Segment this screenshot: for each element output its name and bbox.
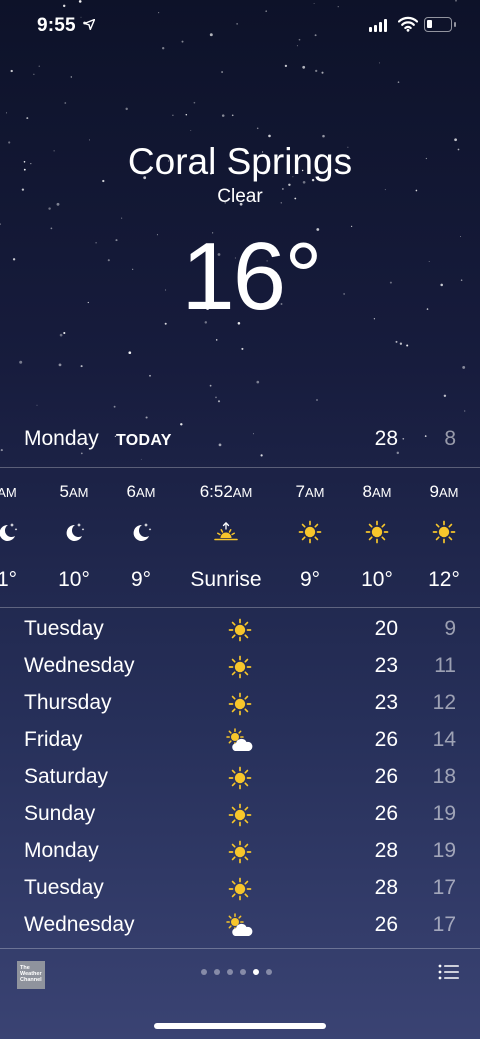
day-high: 28	[374, 876, 398, 899]
hourly-forecast-scroller[interactable]: AM 1° 5AM 10° 6AM 9° 6:52AM Sunrise 7AM …	[0, 468, 480, 608]
daily-row: Sunday 26 19	[0, 796, 480, 833]
daily-row: Saturday 26 18	[0, 759, 480, 796]
hour-label: 6:52AM	[199, 482, 253, 501]
today-day: Monday	[24, 427, 99, 450]
day-high: 23	[374, 691, 398, 714]
day-high: 20	[374, 617, 398, 640]
day-low: 19	[432, 839, 456, 862]
day-high: 26	[374, 802, 398, 825]
page-dot[interactable]	[227, 969, 233, 975]
day-high: 26	[374, 728, 398, 751]
daily-row: Wednesday 23 11	[0, 648, 480, 685]
hour-temperature: Sunrise	[190, 568, 262, 591]
sun-icon	[225, 801, 255, 829]
city-name: Coral Springs	[127, 141, 353, 182]
day-name: Friday	[24, 728, 83, 751]
sun-icon	[225, 653, 255, 681]
hour-temperature: 9°	[130, 568, 152, 591]
daily-row: Wednesday 26 17	[0, 907, 480, 944]
sun-icon	[225, 690, 255, 718]
day-name: Saturday	[24, 765, 109, 788]
home-indicator[interactable]	[154, 1023, 326, 1029]
today-low: 8	[444, 427, 456, 450]
today-high: 28	[374, 427, 398, 450]
daily-forecast-list[interactable]: Tuesday 20 9 Wednesday 23 11 Thursday 23…	[0, 611, 480, 944]
page-dot[interactable]	[266, 969, 272, 975]
page-indicator[interactable]	[201, 969, 272, 975]
sun-icon	[225, 838, 255, 866]
day-low: 9	[444, 617, 456, 640]
page-dot[interactable]	[201, 969, 207, 975]
daily-row: Monday 28 19	[0, 833, 480, 870]
hour-temperature: 12°	[428, 568, 460, 591]
sun-icon	[432, 520, 456, 544]
status-time: 9:55	[37, 15, 76, 36]
hour-label: 9AM	[429, 482, 459, 501]
weather-channel-logo[interactable]: The Weather Channel	[17, 961, 45, 989]
list-icon[interactable]	[438, 963, 460, 981]
day-low: 17	[432, 913, 456, 936]
today-tag: TODAY	[116, 432, 172, 449]
battery-low-icon	[424, 17, 456, 32]
day-low: 17	[432, 876, 456, 899]
sun-icon	[225, 875, 255, 903]
day-low: 11	[434, 654, 456, 677]
sun-icon	[365, 520, 389, 544]
day-high: 28	[374, 839, 398, 862]
page-dot[interactable]	[253, 969, 259, 975]
page-dot[interactable]	[240, 969, 246, 975]
day-low: 12	[432, 691, 456, 714]
daily-row: Tuesday 20 9	[0, 611, 480, 648]
daily-row: Tuesday 28 17	[0, 870, 480, 907]
partly-cloudy-icon	[225, 912, 255, 940]
current-condition: Clear	[217, 186, 263, 207]
daily-row: Friday 26 14	[0, 722, 480, 759]
moon-stars-icon	[62, 520, 86, 544]
day-name: Wednesday	[24, 913, 135, 936]
day-low: 18	[432, 765, 456, 788]
hour-label: 6AM	[126, 482, 156, 501]
day-high: 26	[374, 913, 398, 936]
today-summary: Monday TODAY 28 8	[0, 425, 480, 455]
divider	[0, 607, 480, 608]
day-high: 26	[374, 765, 398, 788]
day-name: Tuesday	[24, 876, 104, 899]
day-name: Tuesday	[24, 617, 104, 640]
day-name: Sunday	[24, 802, 96, 825]
footer-toolbar: The Weather Channel	[0, 948, 480, 996]
day-high: 23	[374, 654, 398, 677]
sun-icon	[225, 616, 255, 644]
day-name: Monday	[24, 839, 99, 862]
sun-icon	[298, 520, 322, 544]
partly-cloudy-icon	[225, 727, 255, 755]
moon-stars-icon	[0, 520, 19, 544]
cellular-signal-icon	[369, 19, 387, 32]
daily-row: Thursday 23 12	[0, 685, 480, 722]
day-name: Wednesday	[24, 654, 135, 677]
day-low: 19	[432, 802, 456, 825]
location-arrow-icon	[84, 19, 95, 30]
wifi-icon	[398, 16, 418, 32]
moon-stars-icon	[129, 520, 153, 544]
sun-icon	[225, 764, 255, 792]
sunrise-icon	[214, 520, 238, 544]
current-temperature: 16°	[181, 223, 322, 330]
page-dot[interactable]	[214, 969, 220, 975]
day-name: Thursday	[24, 691, 112, 714]
status-bar: 9:55	[0, 0, 480, 50]
day-low: 14	[432, 728, 456, 751]
